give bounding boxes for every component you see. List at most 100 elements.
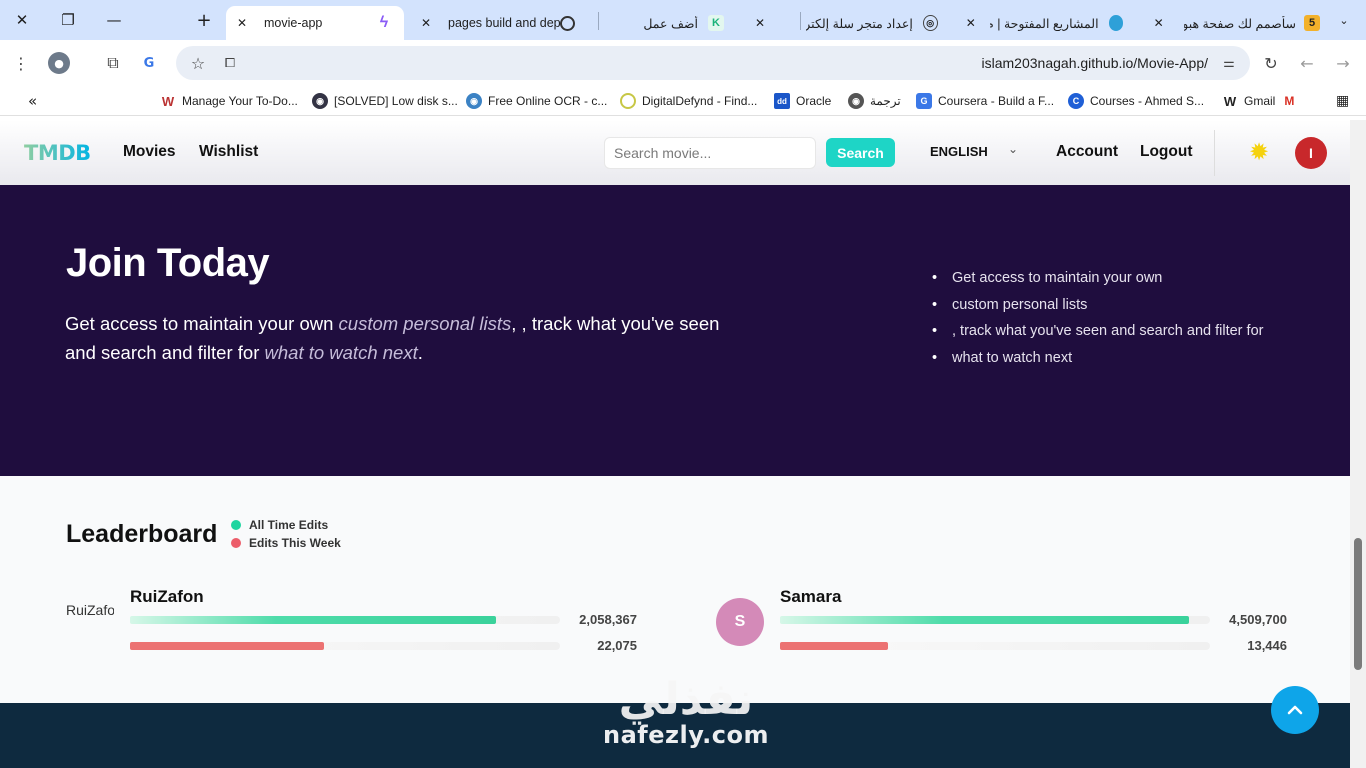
close-window-icon[interactable]: ✕ [8, 8, 36, 32]
nav-movies-link[interactable]: Movies [123, 143, 176, 161]
tab-separator [598, 12, 599, 30]
user-avatar[interactable]: I [1295, 137, 1327, 169]
openai-favicon-icon: ◎ [922, 15, 938, 31]
address-bar[interactable]: ☆ ⧠ islam203nagah.github.io/Movie-App/ ⚌ [176, 46, 1250, 80]
tab-title: المشاريع المفتوحة | م [990, 16, 1099, 31]
tab-add-work[interactable]: أضف عمل K ✕ [606, 6, 776, 40]
week-value: 22,075 [597, 638, 637, 653]
bookmark-courses[interactable]: C Courses - Ahmed S... [1068, 92, 1204, 110]
reload-icon[interactable]: ↻ [1260, 52, 1282, 74]
leaderboard-title: Leaderboard [66, 520, 218, 548]
browser-toolbar: ⋮ ● ⧉ G ☆ ⧠ islam203nagah.github.io/Movi… [0, 40, 1366, 86]
nav-logout-link[interactable]: Logout [1140, 143, 1193, 161]
site-footer [0, 703, 1350, 768]
scrollbar-thumb[interactable] [1354, 538, 1362, 670]
bookmark-ocr[interactable]: ◉ Free Online OCR - c... [466, 92, 607, 110]
language-select[interactable]: ENGLISH [930, 144, 988, 159]
bookmark-label: Courses - Ahmed S... [1090, 94, 1205, 108]
legend-dot [231, 520, 241, 530]
tab-separator [800, 12, 801, 30]
page-scrollbar[interactable] [1350, 120, 1366, 768]
close-tab-icon[interactable]: ✕ [1151, 16, 1166, 30]
bookmark-label: Gmail [1244, 94, 1276, 108]
page-translate-icon[interactable]: ⧠ [219, 52, 241, 74]
all-time-value: 4,509,700 [1229, 612, 1287, 627]
search-button[interactable]: Search [826, 138, 895, 167]
all-time-bar [780, 616, 1210, 624]
tab-title: إعداد متجر سلة إلكترو [806, 16, 913, 31]
profile-avatar-icon[interactable]: ● [48, 52, 70, 74]
nav-divider [1214, 130, 1215, 176]
bolt-favicon-icon: ϟ [379, 14, 389, 31]
nav-wishlist-link[interactable]: Wishlist [199, 143, 258, 161]
bookmarks-bar: « W Manage Your To-Do... ◉ [SOLVED] Low di… [0, 86, 1366, 116]
legend-all-time: All Time Edits [231, 518, 328, 532]
back-arrow-icon[interactable]: ← [1296, 52, 1318, 74]
bookmark-digitaldefynd[interactable]: DigitalDefynd - Find... [620, 92, 757, 110]
bookmark-translate[interactable]: ◉ ترجمة [848, 92, 901, 110]
url-text: islam203nagah.github.io/Movie-App/ [981, 55, 1208, 71]
all-time-bar [130, 616, 560, 624]
tab-search-icon[interactable]: ⌄ [1330, 8, 1358, 32]
restore-window-icon[interactable]: ❐ [54, 8, 82, 32]
new-tab-button[interactable]: + [190, 8, 218, 32]
week-bar [130, 642, 560, 650]
legend-this-week: Edits This Week [231, 536, 341, 550]
week-bar [780, 642, 1210, 650]
translate-icon[interactable]: G [138, 52, 160, 74]
bookmark-label: [SOLVED] Low disk s... [334, 94, 458, 108]
user-name-link[interactable]: RuiZafon [130, 587, 204, 607]
bookmark-oracle[interactable]: dd Oracle [774, 92, 831, 110]
bookmark-star-icon[interactable]: ☆ [187, 52, 209, 74]
sun-theme-toggle-icon[interactable]: ✹ [1246, 139, 1272, 165]
all-time-bar-fill [130, 616, 496, 624]
search-movie-input[interactable] [604, 137, 816, 169]
legend-label: All Time Edits [249, 518, 329, 532]
chevron-down-icon[interactable]: ⌄ [1008, 142, 1018, 156]
tab-pages-build[interactable]: ✕ pages build and depl [410, 6, 590, 40]
close-tab-icon[interactable]: ✕ [964, 16, 978, 30]
forward-arrow-icon[interactable]: → [1332, 52, 1354, 74]
tab-salla-store[interactable]: إعداد متجر سلة إلكترو ◎ ✕ [806, 6, 982, 40]
menu-dots-icon[interactable]: ⋮ [10, 52, 32, 74]
close-tab-icon[interactable]: ✕ [418, 16, 434, 30]
bookmark-gmail[interactable]: W Gmail M [1222, 92, 1297, 110]
tab-landing-page[interactable]: سأصمم لك صفحة هبو 5 [1176, 6, 1324, 40]
bookmark-solved[interactable]: ◉ [SOLVED] Low disk s... [312, 92, 458, 110]
extensions-icon[interactable]: ⧉ [102, 52, 124, 74]
site-navbar: TMDB Movies Wishlist Search ENGLISH ⌄ Ac… [0, 120, 1350, 185]
close-tab-icon[interactable]: ✕ [752, 16, 768, 30]
avatar[interactable]: S [716, 598, 764, 646]
lead-emphasis: custom personal lists [338, 313, 512, 334]
lead-emphasis: what to watch next [264, 342, 418, 363]
week-bar-fill [130, 642, 324, 650]
legend-label: Edits This Week [249, 536, 341, 550]
list-item: , track what you've seen and search and … [932, 318, 1263, 345]
join-title: Join Today [66, 241, 270, 285]
bookmark-label: ترجمة [870, 94, 901, 108]
bookmark-label: Oracle [796, 94, 832, 108]
site-settings-icon[interactable]: ⚌ [1218, 52, 1240, 74]
show-more-bookmarks-icon[interactable]: « [28, 92, 37, 110]
gmail-favicon-icon: M [1284, 94, 1295, 108]
join-description: Get access to maintain your own custom p… [65, 309, 745, 367]
minimize-window-icon[interactable]: — [100, 8, 128, 32]
broken-avatar-image[interactable]: RuiZafon [66, 602, 114, 642]
bookmark-label: Manage Your To-Do... [182, 94, 298, 108]
tab-title: pages build and depl [448, 16, 560, 30]
tab-movie-app[interactable]: ✕ movie-app ϟ [226, 6, 404, 40]
coursera-favicon-icon: C [1068, 93, 1084, 109]
five-favicon-icon: 5 [1304, 15, 1320, 31]
user-name-link[interactable]: Samara [780, 587, 841, 607]
tab-open-projects[interactable]: المشاريع المفتوحة | م ✕ [990, 6, 1170, 40]
all-bookmarks-icon[interactable]: ▦ [1336, 92, 1349, 110]
bookmark-todo[interactable]: W Manage Your To-Do... [160, 92, 298, 110]
scroll-to-top-button[interactable] [1271, 686, 1319, 734]
bookmark-coursera[interactable]: G Coursera - Build a F... [916, 92, 1054, 110]
globe-favicon-icon: ◉ [466, 93, 482, 109]
bookmark-label: Coursera - Build a F... [938, 94, 1055, 108]
tmdb-logo[interactable]: TMDB [24, 141, 91, 165]
close-tab-icon[interactable]: ✕ [234, 16, 250, 30]
bookmark-label: Free Online OCR - c... [488, 94, 608, 108]
nav-account-link[interactable]: Account [1056, 143, 1118, 161]
